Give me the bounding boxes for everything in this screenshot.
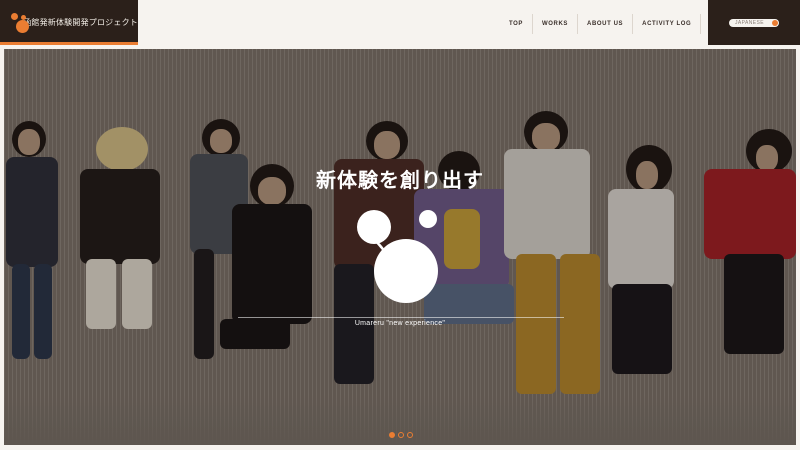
hero-slider: 新体験を創り出す Umareru "new experience" [4,49,796,445]
nav-item-activity-log[interactable]: ACTIVITY LOG [633,14,702,34]
slider-dots [389,432,413,438]
language-panel: JAPANESE [708,0,800,45]
nav-item-works[interactable]: WORKS [533,14,579,34]
brand-mark-icon [357,210,438,303]
language-toggle[interactable]: JAPANESE [729,18,779,27]
hero-title: 新体験を創り出す [316,168,484,192]
site-logo[interactable]: 函館発新体験開発プロジェクト [0,0,138,45]
slider-dot-1[interactable] [389,432,395,438]
language-label: JAPANESE [735,19,764,26]
slider-dot-3[interactable] [407,432,413,438]
logo-text: 函館発新体験開発プロジェクト [23,18,138,27]
main-nav: TOP WORKS ABOUT US ACTIVITY LOG [500,14,702,34]
hero-divider [238,317,564,318]
hero-caption: Umareru "new experience" [354,320,446,327]
toggle-knob-icon [772,19,778,26]
nav-item-top[interactable]: TOP [500,14,534,34]
slider-dot-2[interactable] [398,432,404,438]
logo-mark-icon [10,12,29,34]
nav-item-about-us[interactable]: ABOUT US [578,14,634,34]
